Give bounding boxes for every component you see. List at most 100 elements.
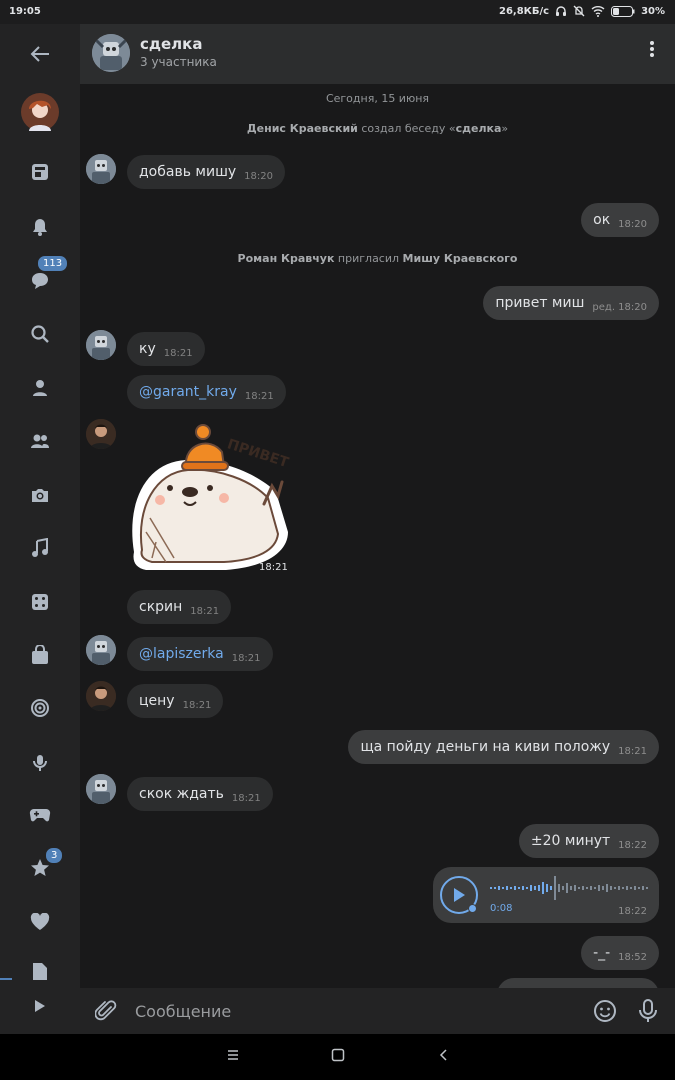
message-bubble-outgoing[interactable]: -_- 18:52 [581, 936, 659, 970]
message-time: 18:21 [190, 605, 220, 617]
more-menu-button[interactable] [649, 40, 655, 62]
gamepad-icon [29, 808, 51, 822]
sidebar-item-target[interactable] [20, 688, 60, 728]
system-actor[interactable]: Денис Краевский [247, 122, 358, 135]
voice-message: 0:08 18:22 [433, 867, 659, 923]
message-time: 18:21 [231, 792, 261, 804]
sidebar-item-news[interactable] [20, 152, 60, 192]
message-bubble-outgoing[interactable]: ок 18:20 [581, 203, 659, 237]
chat-participants[interactable]: 3 участника [140, 55, 217, 69]
chat-header: сделка 3 участника [80, 24, 675, 84]
voice-waveform[interactable] [490, 875, 652, 901]
message-bubble[interactable]: цену 18:21 [127, 684, 224, 718]
message-time: 18:21 [618, 745, 647, 757]
emoji-button[interactable] [593, 999, 617, 1027]
menu-nav-button[interactable] [226, 1047, 240, 1066]
sidebar-item-messages[interactable]: 113 [20, 254, 70, 300]
paperclip-icon [94, 1000, 117, 1021]
robot-avatar-icon [92, 34, 130, 72]
message-bubble-outgoing-partial[interactable] [497, 978, 659, 988]
system-message-created: Денис Краевский создал беседу «сделка» [80, 122, 675, 135]
sender-avatar[interactable] [86, 419, 116, 449]
mute-icon [573, 5, 585, 17]
system-target[interactable]: Мишу Краевского [403, 252, 518, 265]
message-bubble[interactable]: @lapiszerka 18:21 [127, 637, 273, 671]
mention-link[interactable]: @garant_kray [139, 384, 237, 400]
headphones-icon [556, 6, 567, 16]
sidebar-item-communities[interactable] [20, 421, 60, 461]
message-bubble[interactable]: добавь мишу 18:20 [127, 155, 285, 189]
messages-badge: 113 [36, 254, 70, 273]
dice-icon [32, 594, 48, 610]
message-bubble-outgoing[interactable]: ±20 минут 18:22 [518, 824, 659, 858]
sidebar-expand-button[interactable] [20, 986, 60, 1026]
document-icon [33, 963, 47, 980]
message-bubble-outgoing[interactable]: привет миш ред. 18:20 [483, 286, 659, 320]
sidebar-item-photos[interactable] [20, 475, 60, 515]
hedgehog-sticker: ПРИВЕТ [132, 424, 291, 570]
message-input[interactable]: Сообщение [135, 1002, 231, 1021]
voice-record-button[interactable] [638, 999, 658, 1027]
sidebar-item-podcasts[interactable] [20, 742, 60, 782]
sidebar-item-notifications[interactable] [20, 207, 60, 247]
sender-avatar[interactable] [86, 154, 116, 184]
sidebar-item-market[interactable] [20, 635, 60, 675]
attach-button[interactable] [94, 1000, 117, 1026]
message-text: -_- [593, 945, 611, 961]
home-nav-button[interactable] [331, 1047, 345, 1066]
profile-avatar[interactable] [20, 92, 60, 132]
person-icon [33, 380, 47, 396]
arrow-left-icon [30, 46, 49, 62]
news-icon [32, 164, 48, 180]
message-bubble[interactable]: @garant_kray 18:21 [127, 375, 286, 409]
target-icon [31, 699, 49, 717]
message-list[interactable]: Сегодня, 15 июня Денис Краевский создал … [80, 84, 675, 988]
sidebar-item-games[interactable] [20, 582, 60, 622]
message-text: ок [593, 212, 611, 228]
message-bubble[interactable]: скрин 18:21 [127, 590, 232, 624]
sidebar-item-likes[interactable] [20, 902, 60, 942]
avatar [21, 93, 59, 131]
message-bubble[interactable]: скок ждать 18:21 [127, 777, 273, 811]
sidebar-item-gamepad[interactable] [20, 795, 60, 835]
robot-avatar-icon [86, 774, 116, 804]
chat-avatar[interactable] [92, 34, 130, 72]
sender-avatar[interactable] [86, 681, 116, 711]
message-time: 18:21 [244, 390, 274, 402]
sidebar-item-music[interactable] [20, 528, 60, 568]
group-icon [31, 434, 49, 448]
message-composer: Сообщение [80, 988, 675, 1034]
message-text: скок ждать [139, 786, 224, 802]
bag-icon [32, 645, 48, 664]
back-nav-button[interactable] [437, 1047, 451, 1066]
more-vertical-icon [650, 41, 654, 57]
message-time: 18:20 [244, 170, 273, 182]
favorites-badge: 3 [44, 846, 65, 865]
mention-link[interactable]: @lapiszerka [139, 646, 224, 662]
robot-avatar-icon [86, 154, 116, 184]
battery-icon [611, 5, 635, 17]
message-time: 18:21 [231, 652, 261, 664]
system-actor[interactable]: Роман Кравчук [238, 252, 335, 265]
message-bubble[interactable]: ку 18:21 [127, 332, 205, 366]
back-button[interactable] [20, 34, 60, 74]
sender-avatar[interactable] [86, 774, 116, 804]
sender-avatar[interactable] [86, 635, 116, 665]
sidebar-item-search[interactable] [20, 314, 60, 354]
wifi-icon [591, 6, 605, 17]
sticker-message[interactable]: ПРИВЕТ 18:21 [126, 422, 296, 573]
message-bubble-outgoing[interactable]: ща пойду деньги на киви положу 18:21 [348, 730, 659, 764]
sender-avatar[interactable] [86, 330, 116, 360]
robot-avatar-icon [86, 330, 116, 360]
sidebar-item-documents[interactable] [20, 954, 60, 980]
message-time: ред. 18:20 [592, 301, 647, 313]
sidebar-item-friends[interactable] [20, 368, 60, 408]
robot-avatar-icon [86, 635, 116, 665]
system-navigation-bar [0, 1034, 675, 1080]
voice-unread-dot [468, 904, 477, 913]
sidebar-item-bookmarks[interactable]: 3 [20, 846, 65, 888]
message-text: цену [139, 693, 175, 709]
message-time: 18:21 [163, 347, 193, 359]
sticker-caption: ПРИВЕТ [225, 436, 291, 471]
menu-icon [228, 1050, 238, 1060]
